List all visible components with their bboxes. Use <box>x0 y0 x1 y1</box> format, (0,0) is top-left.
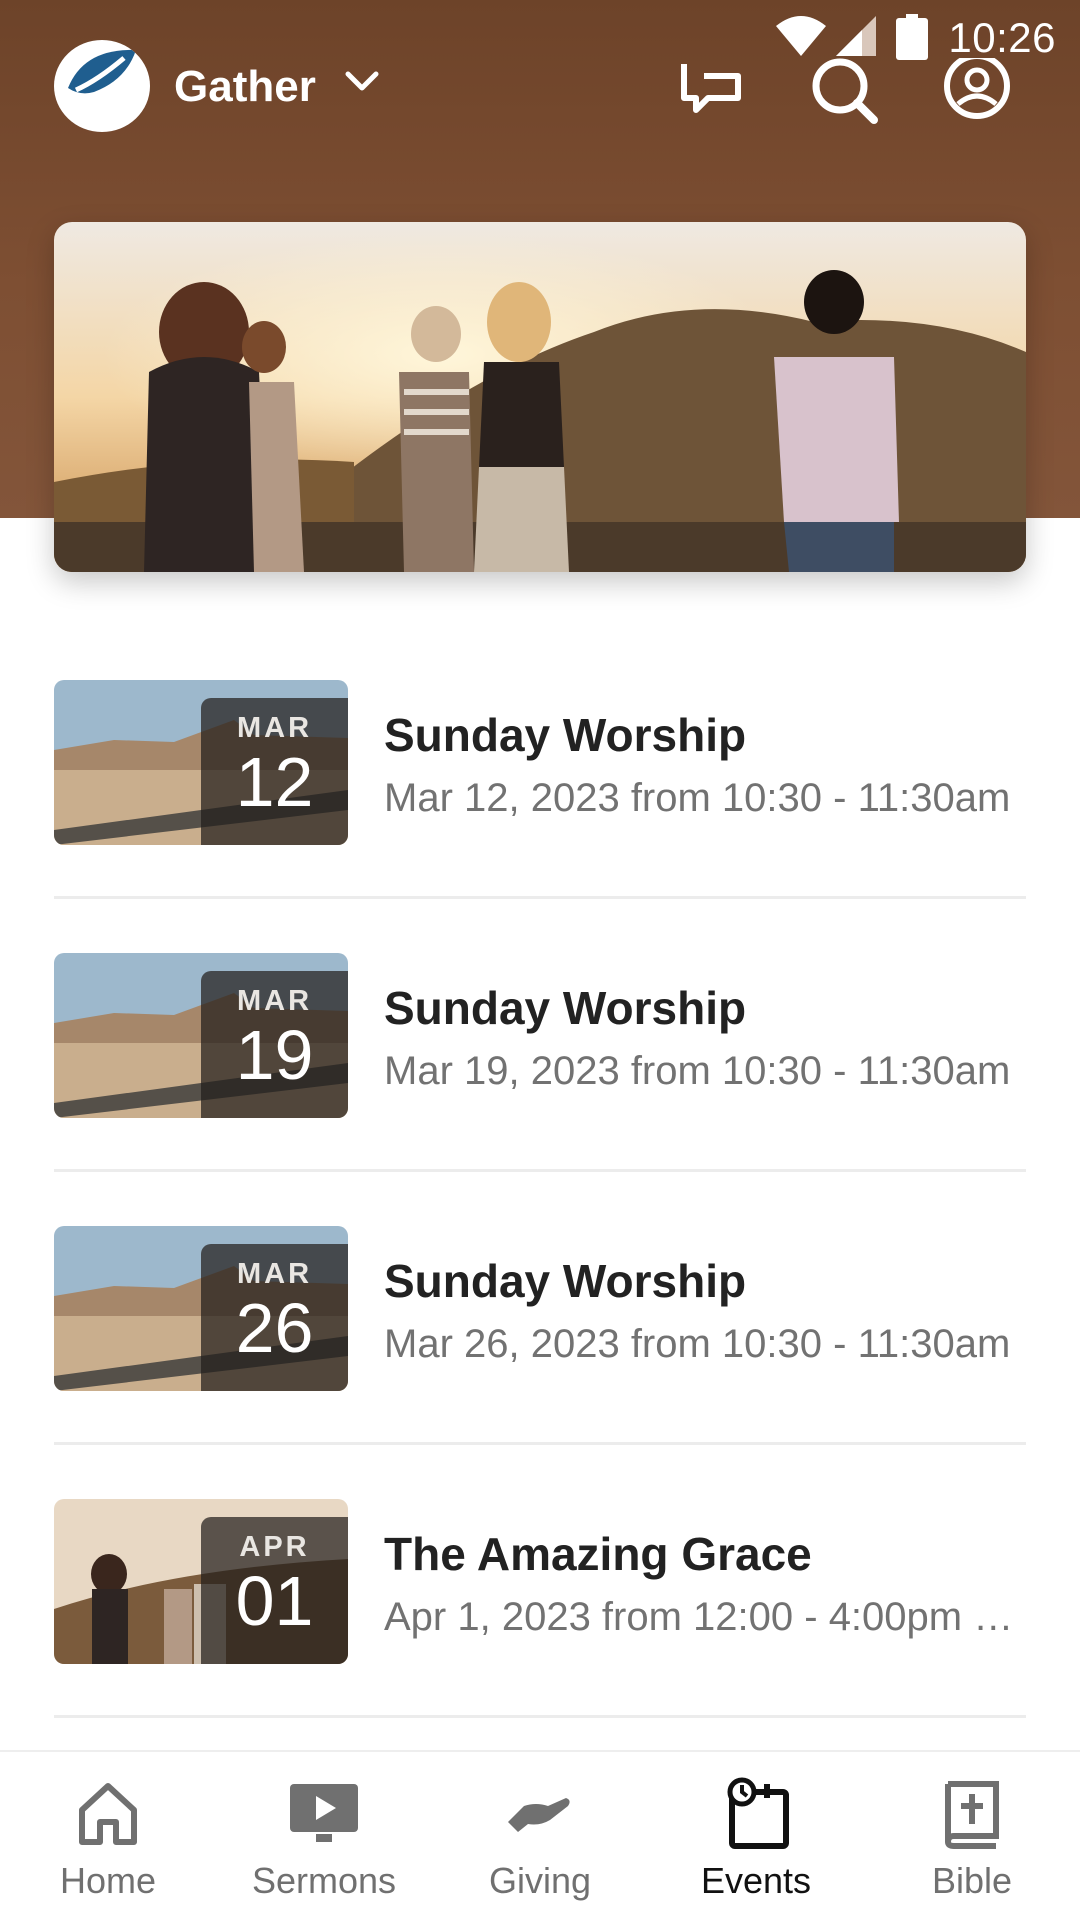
event-date-badge: MAR 19 <box>201 971 348 1118</box>
event-datetime: Mar 19, 2023 from 10:30 - 11:30am <box>384 1049 1011 1093</box>
chevron-down-icon[interactable] <box>344 70 380 94</box>
app-bar: Gather <box>0 40 1080 140</box>
event-thumbnail: MAR 26 <box>54 1226 348 1391</box>
event-title: Sunday Worship <box>384 709 747 761</box>
play-screen-icon <box>290 1784 358 1842</box>
event-day: 12 <box>235 743 314 821</box>
event-item[interactable]: APR 01 The Amazing Grace Apr 1, 2023 fro… <box>54 1499 1029 1664</box>
event-day: 19 <box>235 1016 314 1094</box>
org-name[interactable]: Gather <box>174 62 316 112</box>
event-thumbnail: MAR 19 <box>54 953 348 1118</box>
event-thumbnail: MAR 12 <box>54 680 348 845</box>
nav-label: Sermons <box>251 1860 397 1901</box>
nav-sermons[interactable]: Sermons <box>216 1752 432 1922</box>
nav-home[interactable]: Home <box>0 1752 216 1922</box>
hero-banner-image[interactable] <box>54 222 1026 572</box>
event-month: MAR <box>236 1258 313 1290</box>
event-title: Sunday Worship <box>384 1255 747 1307</box>
nav-giving[interactable]: Giving <box>432 1752 648 1922</box>
leaf-logo-icon <box>68 49 136 94</box>
nav-label: Bible <box>931 1860 1013 1901</box>
event-item[interactable]: MAR 26 Sunday Worship Mar 26, 2023 from … <box>54 1226 1026 1391</box>
calendar-clock-icon <box>727 1777 789 1849</box>
nav-label: Events <box>700 1860 812 1901</box>
event-item[interactable]: MAR 12 Sunday Worship Mar 12, 2023 from … <box>54 680 1026 845</box>
divider <box>54 1442 1026 1445</box>
event-title: The Amazing Grace <box>384 1528 812 1580</box>
event-date-badge: MAR 12 <box>201 698 348 845</box>
event-month: MAR <box>236 985 313 1017</box>
home-icon <box>79 1783 137 1845</box>
nav-label: Home <box>59 1860 157 1901</box>
nav-bible[interactable]: Bible <box>864 1752 1080 1922</box>
giving-hand-icon <box>508 1798 570 1832</box>
bible-cross-icon <box>944 1781 999 1849</box>
church-logo[interactable] <box>54 40 150 132</box>
event-thumbnail: APR 01 <box>54 1499 348 1664</box>
event-datetime: Mar 26, 2023 from 10:30 - 11:30am <box>384 1322 1011 1366</box>
event-title: Sunday Worship <box>384 982 747 1034</box>
event-month: APR <box>239 1531 310 1563</box>
divider <box>54 1715 1026 1718</box>
divider <box>54 896 1026 899</box>
profile-icon[interactable] <box>942 58 1012 128</box>
nav-events[interactable]: Events <box>648 1752 864 1922</box>
event-datetime: Apr 1, 2023 from 12:00 - 4:00pm EDT <box>384 1595 1029 1639</box>
event-day: 01 <box>235 1562 314 1640</box>
event-month: MAR <box>236 712 313 744</box>
nav-label: Giving <box>488 1860 592 1901</box>
chat-icon[interactable] <box>678 58 748 128</box>
divider <box>54 1169 1026 1172</box>
event-datetime: Mar 12, 2023 from 10:30 - 11:30am <box>384 776 1011 820</box>
event-item[interactable]: MAR 19 Sunday Worship Mar 19, 2023 from … <box>54 953 1026 1118</box>
event-date-badge: APR 01 <box>201 1517 348 1664</box>
bottom-navigation: Home Sermons Giving Events Bible <box>0 1750 1080 1922</box>
search-icon[interactable] <box>810 58 880 128</box>
people-sunset-photo <box>54 222 1026 572</box>
event-day: 26 <box>235 1289 314 1367</box>
event-date-badge: MAR 26 <box>201 1244 348 1391</box>
